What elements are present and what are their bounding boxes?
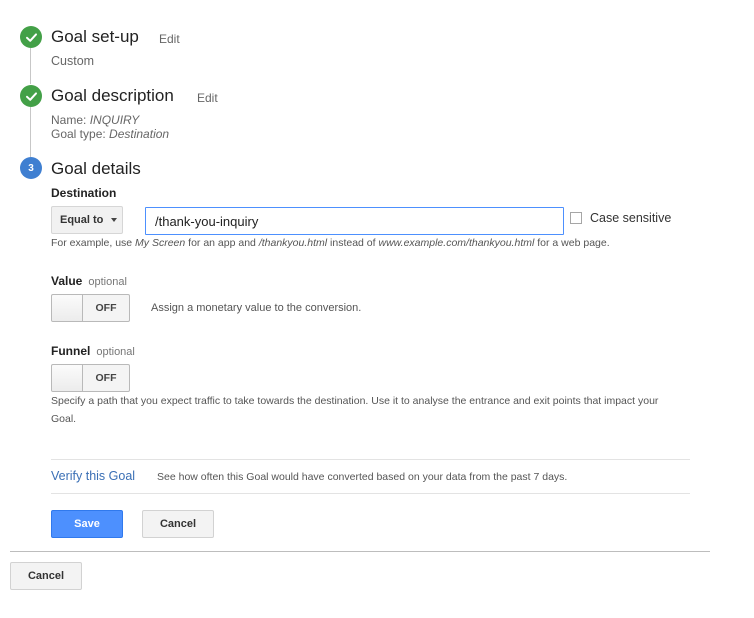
destination-label: Destination (51, 186, 117, 200)
verify-top-divider (51, 459, 690, 460)
match-type-dropdown[interactable]: Equal to (51, 206, 123, 234)
goal-name-line: Name: INQUIRY (51, 113, 139, 127)
step-connector (30, 48, 31, 84)
funnel-optional-tag: optional (96, 346, 135, 358)
value-optional-tag: optional (88, 276, 127, 288)
verify-description: See how often this Goal would have conve… (157, 471, 568, 483)
goal-type-value: Destination (109, 127, 170, 141)
case-sensitive-label: Case sensitive (590, 211, 672, 225)
step-connector (30, 107, 31, 157)
goal-name-value: INQUIRY (89, 113, 140, 127)
outer-cancel-button[interactable]: Cancel (10, 562, 82, 590)
goal-type-label: Goal type: (51, 127, 106, 141)
verify-goal-link[interactable]: Verify this Goal (51, 469, 135, 483)
toggle-knob (52, 295, 83, 321)
funnel-description-line2: Goal. (51, 413, 77, 425)
funnel-toggle-state: OFF (95, 372, 117, 384)
help-path-example: /thankyou.html (258, 237, 328, 249)
value-toggle[interactable]: OFF (51, 294, 130, 322)
step-3-title: Goal details (51, 159, 141, 178)
verify-bottom-divider (51, 493, 690, 494)
match-type-value: Equal to (60, 214, 104, 226)
check-icon (25, 91, 37, 101)
goal-type-line: Goal type: Destination (51, 127, 169, 141)
help-mid2: instead of (330, 237, 376, 249)
value-toggle-state: OFF (95, 302, 117, 314)
step-2-edit-link[interactable]: Edit (197, 91, 218, 105)
step-2-title: Goal description (51, 86, 174, 105)
goal-name-label: Name: (51, 113, 87, 127)
step-2-complete-icon (20, 85, 42, 107)
help-prefix: For example, use (51, 237, 133, 249)
value-description: Assign a monetary value to the conversio… (151, 302, 362, 314)
save-button[interactable]: Save (51, 510, 123, 538)
cancel-button[interactable]: Cancel (142, 510, 214, 538)
toggle-knob (52, 365, 83, 391)
funnel-label-text: Funnel (51, 344, 91, 358)
case-sensitive-checkbox[interactable] (570, 212, 582, 224)
step-3-number-badge: 3 (20, 157, 42, 179)
funnel-label: Funnel optional (51, 344, 135, 358)
step-1-detail: Custom (51, 54, 95, 68)
step-1-title: Goal set-up (51, 27, 139, 46)
destination-input[interactable] (145, 207, 564, 235)
destination-help-text: For example, use My Screen for an app an… (51, 237, 610, 249)
help-app-example: My Screen (135, 237, 186, 249)
help-suffix: for a web page. (537, 237, 610, 249)
check-icon (25, 32, 37, 42)
funnel-description-line1: Specify a path that you expect traffic t… (51, 395, 659, 407)
help-mid1: for an app and (188, 237, 256, 249)
chevron-down-icon (111, 218, 118, 222)
form-bottom-divider (10, 551, 710, 552)
funnel-toggle[interactable]: OFF (51, 364, 130, 392)
value-label-text: Value (51, 274, 83, 288)
help-url-example: www.example.com/thankyou.html (378, 237, 535, 249)
step-1-complete-icon (20, 26, 42, 48)
step-1-edit-link[interactable]: Edit (159, 32, 180, 46)
value-label: Value optional (51, 274, 127, 288)
